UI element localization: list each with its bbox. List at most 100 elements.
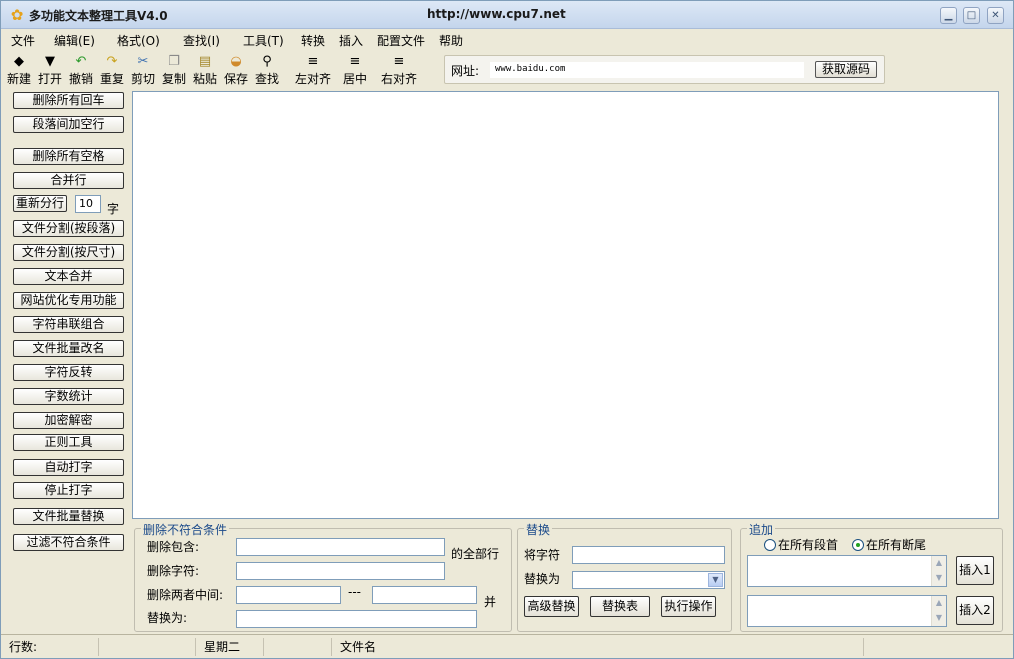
insert1-button[interactable]: 插入1: [956, 556, 994, 585]
redo-button[interactable]: ↷ 重复: [99, 53, 125, 87]
delete-chars-label: 删除字符:: [147, 564, 200, 578]
align-center-icon: ≡: [349, 54, 361, 69]
copy-icon: ❐: [168, 54, 180, 69]
find-icon: ⚲: [262, 54, 272, 69]
title-bar: ✿ 多功能文本整理工具V4.0 http://www.cpu7.net ▁ □ …: [1, 1, 1013, 29]
app-window: ✿ 多功能文本整理工具V4.0 http://www.cpu7.net ▁ □ …: [0, 0, 1014, 659]
align-left-button[interactable]: ≡ 左对齐: [294, 53, 332, 87]
menu-bar: 文件 编辑(E) 格式(O) 查找(I) 工具(T) 转换 插入 配置文件 帮助: [1, 30, 1013, 49]
align-left-icon: ≡: [307, 54, 319, 69]
insert2-textarea[interactable]: ▲ ▼: [747, 595, 947, 627]
align-right-button[interactable]: ≡ 右对齐: [380, 53, 418, 87]
replace-with-label: 替换为:: [147, 611, 188, 625]
dash-label: ---: [348, 585, 361, 599]
split-by-size-button[interactable]: 文件分割(按尺寸): [13, 244, 124, 261]
word-count-button[interactable]: 字数统计: [13, 388, 124, 405]
menu-edit[interactable]: 编辑(E): [54, 32, 95, 49]
filter-mismatch-button[interactable]: 过滤不符合条件: [13, 534, 124, 551]
copy-button[interactable]: ❐ 复制: [161, 53, 187, 87]
delete-group-title: 删除不符合条件: [141, 521, 230, 538]
save-icon: ◒: [230, 54, 242, 69]
align-right-icon: ≡: [393, 54, 405, 69]
status-filename: 文件名: [332, 638, 864, 656]
sidebar: 删除所有回车 段落间加空行 删除所有空格 合并行 重新分行 10 字 文件分割(…: [1, 91, 131, 631]
scroll-down-icon: ▼: [935, 613, 943, 622]
and-label: 并: [484, 595, 497, 609]
menu-config[interactable]: 配置文件: [377, 32, 425, 49]
undo-button[interactable]: ↶ 撤销: [68, 53, 94, 87]
add-blank-lines-button[interactable]: 段落间加空行: [13, 116, 124, 133]
menu-tools[interactable]: 工具(T): [243, 32, 284, 49]
menu-insert[interactable]: 插入: [339, 32, 363, 49]
chevron-down-icon: ▼: [708, 573, 723, 587]
between-end-input[interactable]: [372, 586, 477, 604]
delete-all-spaces-button[interactable]: 删除所有空格: [13, 148, 124, 165]
insert1-textarea[interactable]: ▲ ▼: [747, 555, 947, 587]
between-start-input[interactable]: [236, 586, 341, 604]
wrap-length-input[interactable]: 10: [75, 195, 101, 213]
find-button[interactable]: ⚲ 查找: [254, 53, 280, 87]
rewrap-button[interactable]: 重新分行: [13, 195, 67, 212]
align-center-button[interactable]: ≡ 居中: [341, 53, 369, 87]
replace-from-input[interactable]: [572, 546, 725, 564]
minimize-button[interactable]: ▁: [940, 7, 957, 24]
auto-type-button[interactable]: 自动打字: [13, 459, 124, 476]
scrollbar[interactable]: ▲ ▼: [931, 556, 946, 586]
fetch-source-button[interactable]: 获取源码: [815, 61, 877, 78]
replace-to-select[interactable]: ▼: [572, 571, 725, 589]
maximize-button[interactable]: □: [963, 7, 980, 24]
redo-icon: ↷: [106, 54, 118, 69]
delete-all-returns-button[interactable]: 删除所有回车: [13, 92, 124, 109]
stop-typing-button[interactable]: 停止打字: [13, 482, 124, 499]
save-button[interactable]: ◒ 保存: [223, 53, 249, 87]
window-url: http://www.cpu7.net: [427, 7, 566, 21]
merge-lines-button[interactable]: 合并行: [13, 172, 124, 189]
open-icon: ▼: [45, 54, 55, 69]
status-bar: 行数: 星期二 文件名: [1, 634, 1013, 658]
execute-button[interactable]: 执行操作: [661, 596, 716, 617]
url-input[interactable]: www.baidu.com: [490, 62, 804, 78]
delete-contains-input[interactable]: [236, 538, 445, 556]
replace-from-label: 将字符: [524, 548, 561, 562]
status-blank: [99, 638, 196, 656]
scroll-down-icon: ▼: [935, 573, 943, 582]
delete-contains-label: 删除包含:: [147, 540, 200, 554]
open-button[interactable]: ▼ 打开: [37, 53, 63, 87]
url-label: 网址:: [451, 64, 480, 78]
encrypt-decrypt-button[interactable]: 加密解密: [13, 412, 124, 429]
radio-paragraph-end[interactable]: 在所有断尾: [852, 536, 926, 553]
close-button[interactable]: ✕: [987, 7, 1004, 24]
scroll-up-icon: ▲: [935, 558, 943, 567]
paste-button[interactable]: ▤ 粘贴: [192, 53, 218, 87]
seo-tools-button[interactable]: 网站优化专用功能: [13, 292, 124, 309]
cut-button[interactable]: ✂ 剪切: [130, 53, 156, 87]
new-icon: ◆: [14, 54, 24, 69]
replace-to-label: 替换为: [524, 572, 561, 586]
delete-chars-input[interactable]: [236, 562, 445, 580]
menu-find[interactable]: 查找(I): [183, 32, 220, 49]
scissors-icon: ✂: [137, 54, 149, 69]
string-combine-button[interactable]: 字符串联组合: [13, 316, 124, 333]
new-button[interactable]: ◆ 新建: [6, 53, 32, 87]
text-editor[interactable]: [132, 91, 999, 519]
split-by-paragraph-button[interactable]: 文件分割(按段落): [13, 220, 124, 237]
insert2-button[interactable]: 插入2: [956, 596, 994, 625]
menu-help[interactable]: 帮助: [439, 32, 463, 49]
replace-table-button[interactable]: 替换表: [590, 596, 650, 617]
undo-icon: ↶: [75, 54, 87, 69]
menu-convert[interactable]: 转换: [301, 32, 325, 49]
replace-with-input[interactable]: [236, 610, 477, 628]
menu-file[interactable]: 文件: [11, 32, 35, 49]
batch-replace-button[interactable]: 文件批量替换: [13, 508, 124, 525]
merge-text-button[interactable]: 文本合并: [13, 268, 124, 285]
wrap-unit-label: 字: [107, 202, 120, 216]
scrollbar[interactable]: ▲ ▼: [931, 596, 946, 626]
batch-rename-button[interactable]: 文件批量改名: [13, 340, 124, 357]
reverse-chars-button[interactable]: 字符反转: [13, 364, 124, 381]
url-bar: 网址: www.baidu.com 获取源码: [444, 55, 885, 84]
menu-format[interactable]: 格式(O): [117, 32, 160, 49]
advanced-replace-button[interactable]: 高级替换: [524, 596, 579, 617]
regex-tool-button[interactable]: 正则工具: [13, 434, 124, 451]
radio-paragraph-start[interactable]: 在所有段首: [764, 536, 838, 553]
delete-between-label: 删除两者中间:: [147, 588, 224, 602]
